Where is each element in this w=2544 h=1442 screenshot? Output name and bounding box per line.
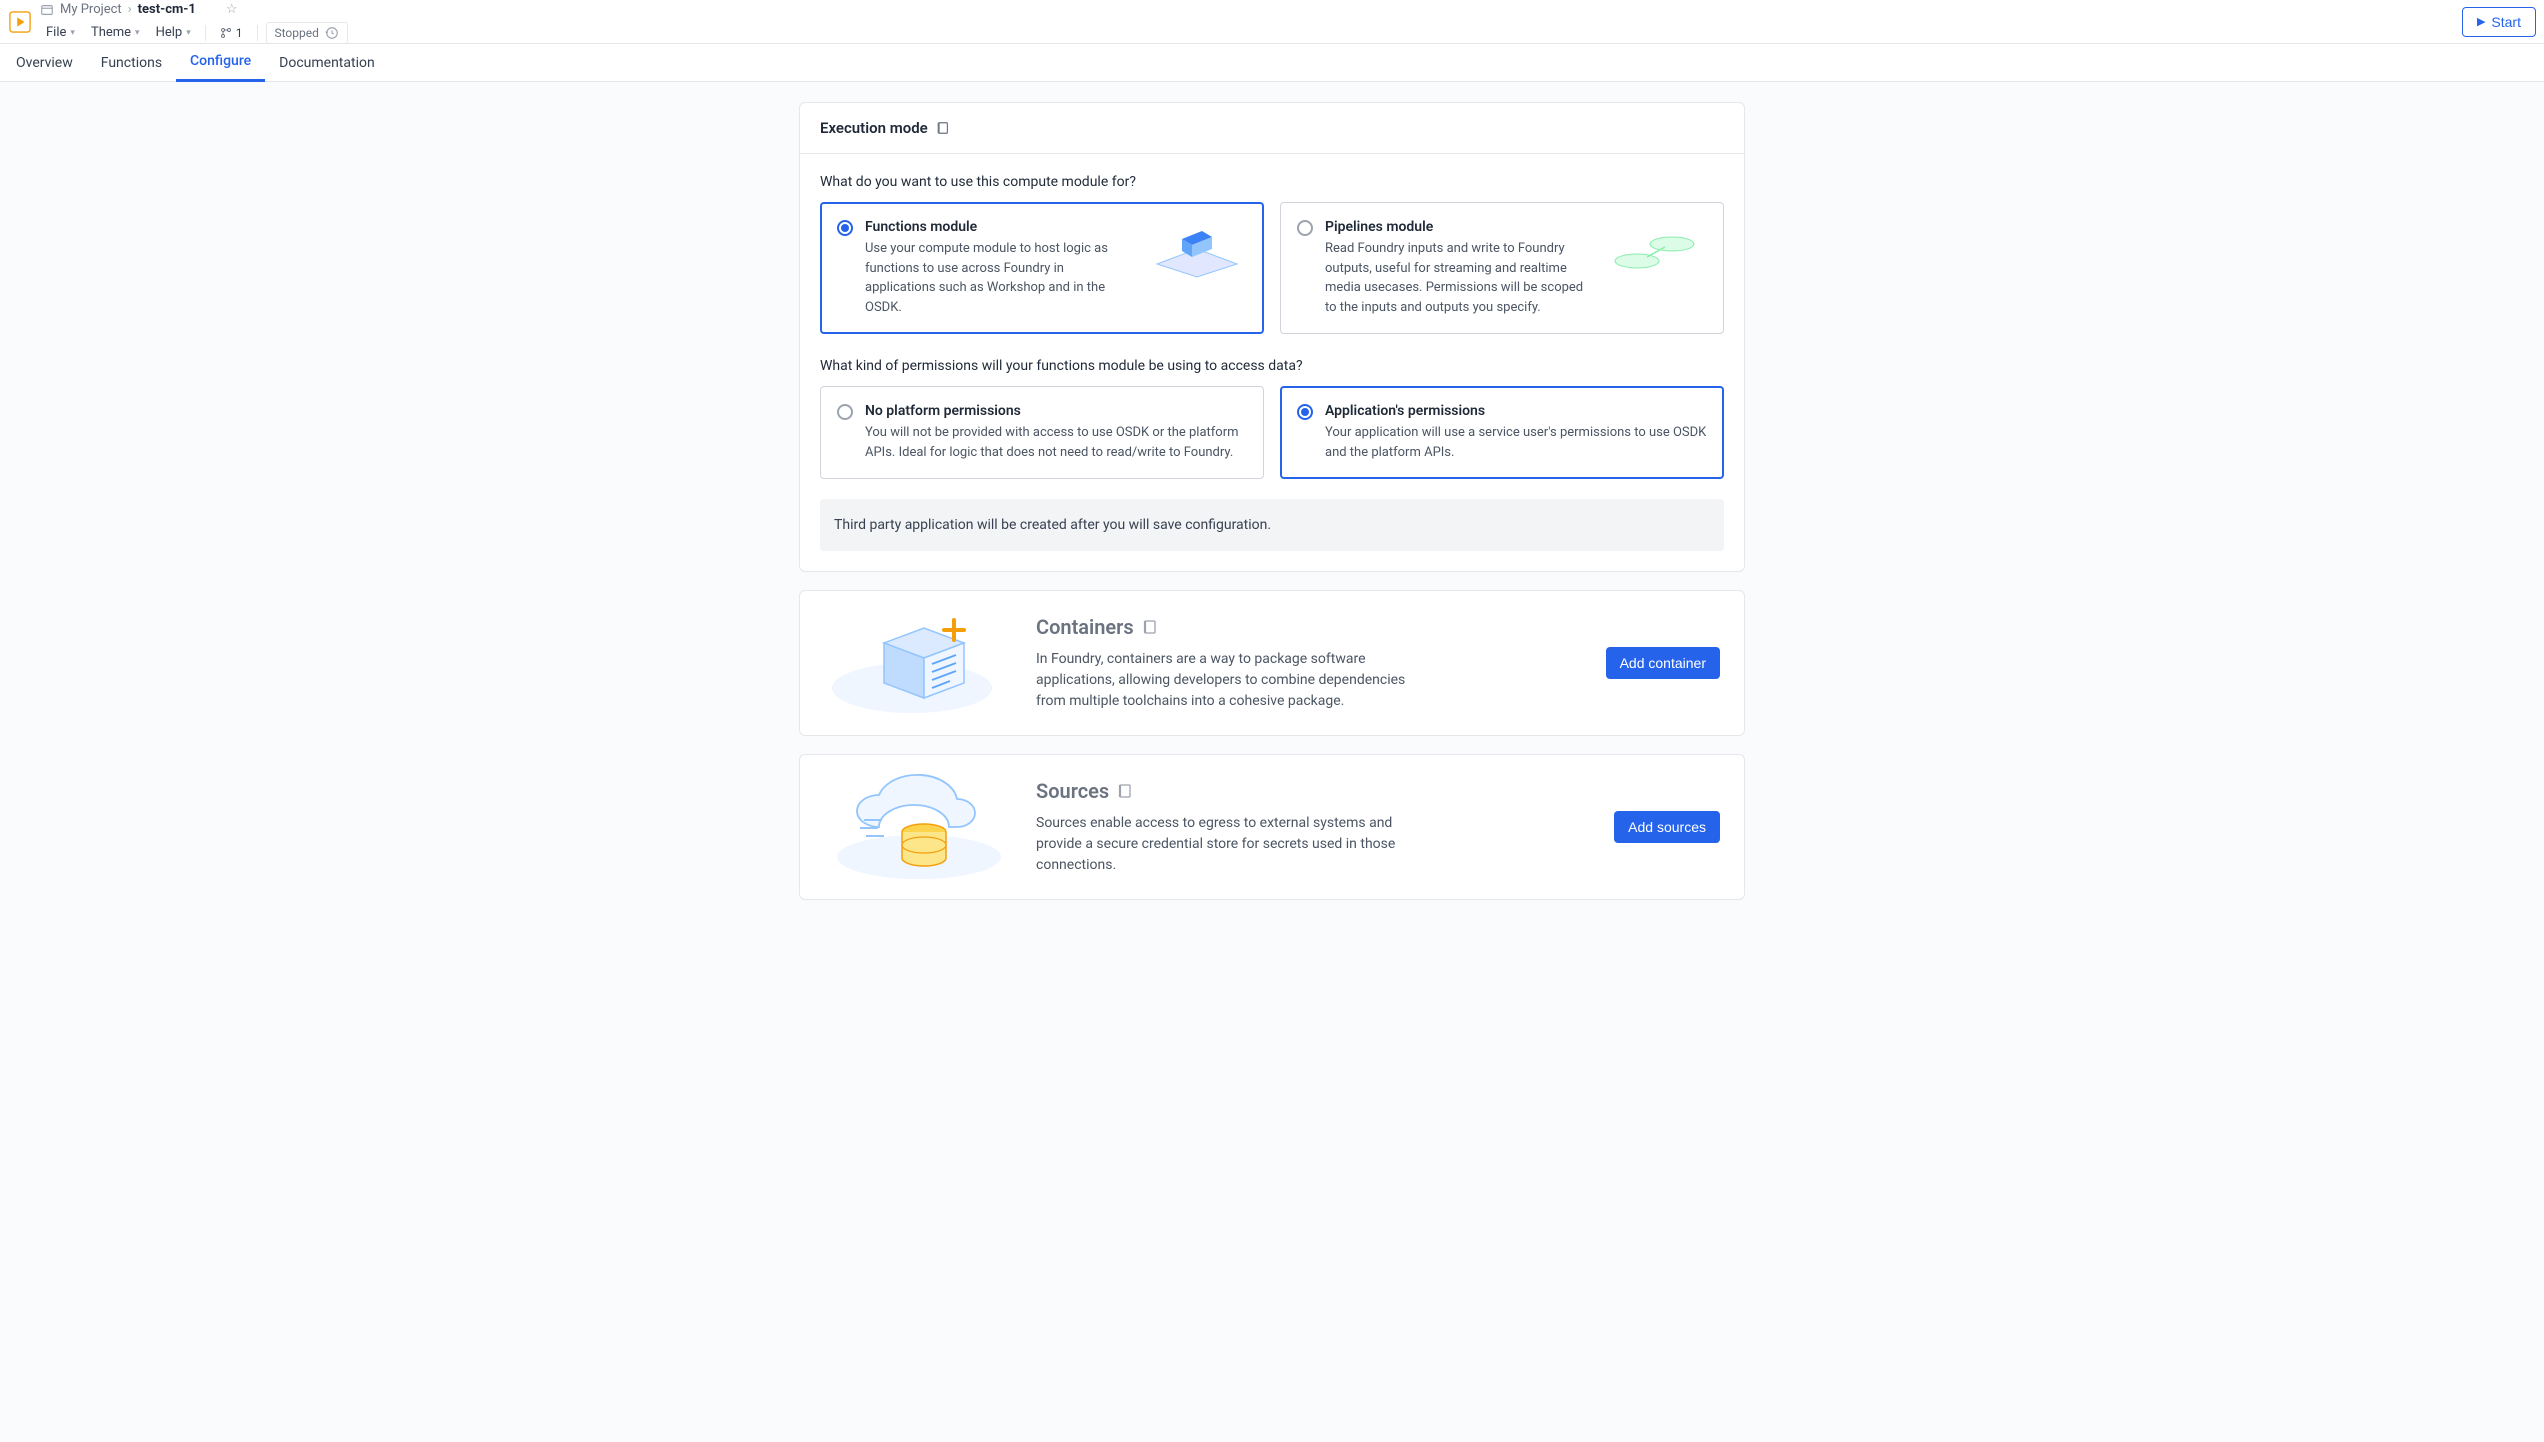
chevron-right-icon: › — [128, 2, 132, 17]
breadcrumb: My Project › test-cm-1 ☆ — [40, 0, 2462, 20]
content: Execution mode What do you want to use t… — [0, 82, 2544, 958]
execution-mode-header: Execution mode — [800, 103, 1744, 154]
tab-configure[interactable]: Configure — [176, 44, 265, 82]
tab-documentation[interactable]: Documentation — [265, 44, 389, 82]
option-pipelines-desc: Read Foundry inputs and write to Foundry… — [1325, 239, 1595, 317]
star-icon[interactable]: ☆ — [226, 2, 238, 17]
docs-icon[interactable] — [1142, 619, 1158, 635]
divider — [205, 25, 206, 41]
tab-functions[interactable]: Functions — [87, 44, 176, 82]
option-no-permissions[interactable]: No platform permissions You will not be … — [820, 386, 1264, 479]
containers-card: Containers In Foundry, containers are a … — [799, 590, 1745, 736]
option-noperm-desc: You will not be provided with access to … — [865, 423, 1247, 462]
sources-illustration — [824, 777, 1014, 877]
option-pipelines-title: Pipelines module — [1325, 219, 1595, 235]
folder-icon — [40, 3, 54, 17]
tabs: Overview Functions Configure Documentati… — [0, 44, 2544, 82]
option-functions-title: Functions module — [865, 219, 1135, 235]
question-usage: What do you want to use this compute mod… — [820, 174, 1724, 190]
info-banner: Third party application will be created … — [820, 499, 1724, 551]
pipelines-illustration — [1607, 219, 1707, 279]
history-icon[interactable] — [325, 26, 339, 40]
containers-illustration — [824, 613, 1014, 713]
radio-no-permissions[interactable] — [837, 404, 853, 420]
chevron-down-icon: ▾ — [135, 28, 140, 38]
chevron-down-icon: ▾ — [186, 28, 191, 38]
execution-mode-card: Execution mode What do you want to use t… — [799, 102, 1745, 572]
play-icon: ▶ — [2477, 15, 2485, 28]
sources-title: Sources — [1036, 779, 1592, 803]
radio-app-permissions[interactable] — [1297, 404, 1313, 420]
sources-card: Sources Sources enable access to egress … — [799, 754, 1745, 900]
option-app-permissions[interactable]: Application's permissions Your applicati… — [1280, 386, 1724, 479]
radio-pipelines[interactable] — [1297, 220, 1313, 236]
divider — [257, 25, 258, 41]
sources-desc: Sources enable access to egress to exter… — [1036, 813, 1436, 876]
status-chip: Stopped — [266, 22, 348, 44]
page-title: test-cm-1 — [138, 2, 196, 17]
status-label: Stopped — [275, 26, 319, 40]
docs-icon[interactable] — [936, 121, 950, 135]
option-appperm-desc: Your application will use a service user… — [1325, 423, 1707, 462]
option-appperm-title: Application's permissions — [1325, 403, 1707, 419]
containers-desc: In Foundry, containers are a way to pack… — [1036, 649, 1436, 712]
start-button[interactable]: ▶ Start — [2462, 7, 2536, 37]
containers-title: Containers — [1036, 615, 1584, 639]
question-permissions: What kind of permissions will your funct… — [820, 358, 1724, 374]
breadcrumb-project[interactable]: My Project — [60, 2, 122, 17]
branch-count: 1 — [236, 26, 243, 40]
menu-theme[interactable]: Theme▾ — [85, 23, 146, 42]
chevron-down-icon: ▾ — [70, 28, 75, 38]
branch-icon — [220, 27, 232, 39]
branch-indicator[interactable]: 1 — [214, 24, 249, 42]
menu-file[interactable]: File▾ — [40, 23, 81, 42]
add-container-button[interactable]: Add container — [1606, 647, 1720, 679]
tab-overview[interactable]: Overview — [16, 44, 87, 82]
header-bar: My Project › test-cm-1 ☆ File▾ Theme▾ He… — [0, 0, 2544, 44]
app-icon — [8, 10, 32, 34]
header-content: My Project › test-cm-1 ☆ File▾ Theme▾ He… — [40, 0, 2462, 44]
add-sources-button[interactable]: Add sources — [1614, 811, 1720, 843]
option-functions-module[interactable]: Functions module Use your compute module… — [820, 202, 1264, 334]
docs-icon[interactable] — [1117, 783, 1133, 799]
radio-functions[interactable] — [837, 220, 853, 236]
menu-bar: File▾ Theme▾ Help▾ 1 Stopped — [40, 22, 2462, 44]
functions-illustration — [1147, 219, 1247, 279]
option-noperm-title: No platform permissions — [865, 403, 1247, 419]
option-functions-desc: Use your compute module to host logic as… — [865, 239, 1135, 317]
menu-help[interactable]: Help▾ — [150, 23, 197, 42]
option-pipelines-module[interactable]: Pipelines module Read Foundry inputs and… — [1280, 202, 1724, 334]
